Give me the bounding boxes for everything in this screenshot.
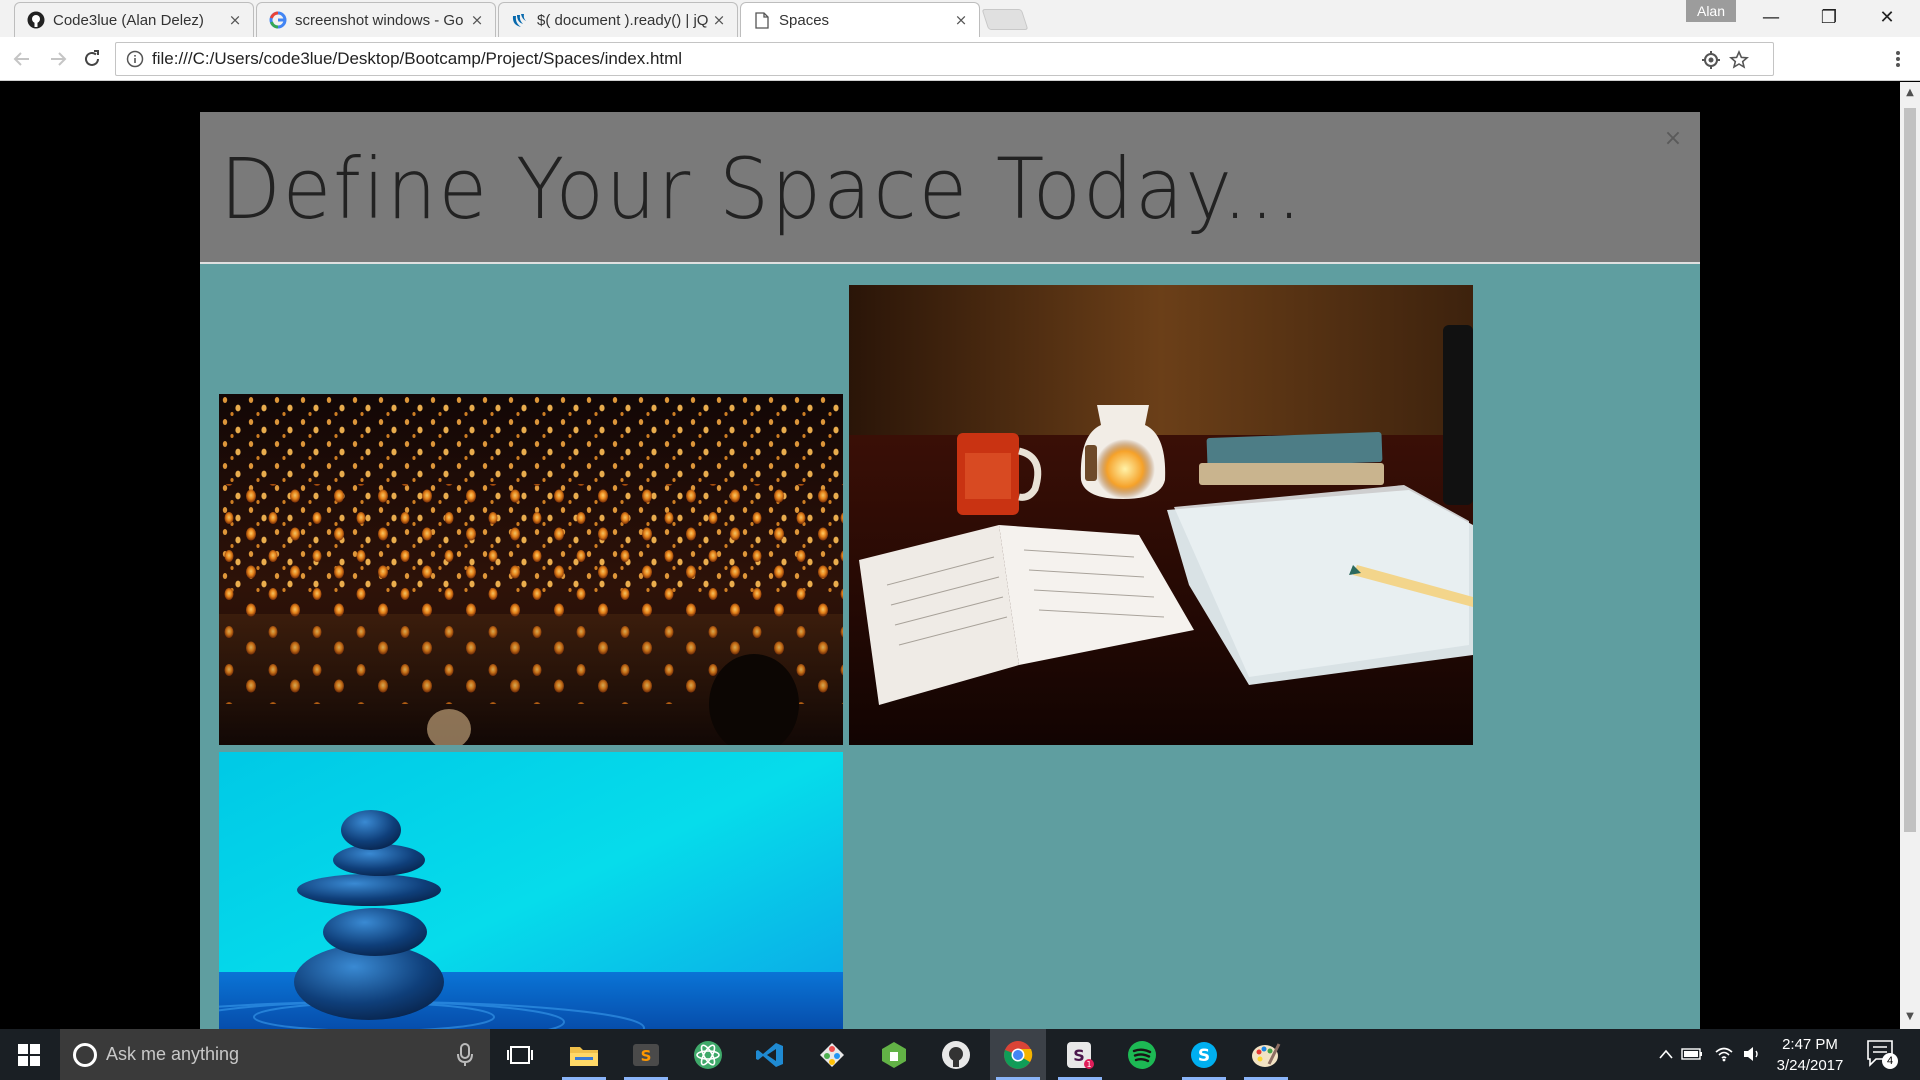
clock-time: 2:47 PM (1782, 1036, 1838, 1053)
location-icon[interactable] (1700, 49, 1722, 71)
github-desktop-icon[interactable] (928, 1029, 984, 1080)
tab-close-icon[interactable]: × (953, 11, 969, 29)
minimize-icon[interactable]: — (1742, 2, 1800, 32)
svg-text:S: S (1073, 1046, 1085, 1065)
wifi-icon[interactable] (1712, 1042, 1736, 1066)
modal-header: Define Your Space Today... × (200, 112, 1700, 264)
tab-title: Code3lue (Alan Delez) (53, 11, 204, 29)
back-icon[interactable] (8, 45, 36, 73)
reload-icon[interactable] (78, 45, 106, 73)
windows-taskbar: Ask me anything S S1 S 2:47 PM 3/24/2017… (0, 1029, 1920, 1080)
node-icon[interactable] (866, 1029, 922, 1080)
scroll-down-icon[interactable]: ▼ (1900, 1008, 1920, 1026)
battery-icon[interactable] (1680, 1042, 1704, 1066)
tab-strip: Code3lue (Alan Delez) × screenshot windo… (0, 0, 1920, 37)
profile-button[interactable]: Alan (1686, 0, 1736, 22)
sublime-text-icon[interactable]: S (618, 1029, 674, 1080)
restore-icon[interactable]: ❐ (1800, 2, 1858, 32)
tab-title: Spaces (779, 11, 830, 29)
svg-text:S: S (1198, 1046, 1210, 1066)
microphone-icon[interactable] (455, 1043, 475, 1067)
tab-spaces[interactable]: Spaces × (740, 2, 980, 37)
action-center-icon[interactable]: 4 (1866, 1039, 1900, 1071)
svg-text:S: S (641, 1047, 652, 1065)
close-icon[interactable]: × (1660, 126, 1686, 152)
spotify-icon[interactable] (1114, 1029, 1170, 1080)
clock-date: 3/24/2017 (1776, 1057, 1844, 1074)
address-bar[interactable]: file:///C:/Users/code3lue/Desktop/Bootca… (115, 42, 1774, 76)
windows-start-icon[interactable] (0, 1029, 58, 1080)
github-icon (27, 11, 45, 29)
atom-icon[interactable] (680, 1029, 736, 1080)
scroll-up-icon[interactable]: ▲ (1900, 84, 1920, 102)
svg-text:1: 1 (1086, 1060, 1091, 1069)
tab-github[interactable]: Code3lue (Alan Delez) × (14, 2, 254, 37)
chrome-icon[interactable] (990, 1029, 1046, 1080)
tab-close-icon[interactable]: × (711, 11, 727, 29)
chevron-up-icon[interactable] (1654, 1042, 1678, 1066)
notification-count-badge: 4 (1882, 1053, 1898, 1069)
volume-icon[interactable] (1740, 1042, 1764, 1066)
search-placeholder[interactable]: Ask me anything (106, 1029, 239, 1080)
git-kraken-icon[interactable] (804, 1029, 860, 1080)
tab-close-icon[interactable]: × (469, 11, 485, 29)
visual-studio-code-icon[interactable] (742, 1029, 798, 1080)
menu-icon[interactable] (1884, 45, 1912, 73)
page-viewport: Define Your Space Today... × (0, 82, 1900, 1029)
system-clock[interactable]: 2:47 PM 3/24/2017 (1764, 1034, 1856, 1076)
close-window-icon[interactable]: ✕ (1858, 2, 1916, 32)
cortana-icon (73, 1043, 97, 1067)
scrollbar-thumb[interactable] (1904, 108, 1916, 832)
desk-notebook-image[interactable] (849, 285, 1473, 745)
page-scrollbar[interactable]: ▲ ▼ (1900, 82, 1920, 1029)
forward-icon[interactable] (44, 45, 72, 73)
tab-jquery[interactable]: $( document ).ready() | jQ × (498, 2, 738, 37)
sky-lanterns-image[interactable] (219, 394, 843, 745)
new-tab-button[interactable] (981, 9, 1029, 30)
modal-dialog: Define Your Space Today... × (200, 112, 1700, 1029)
zen-stones-image[interactable] (219, 752, 843, 1029)
file-explorer-icon[interactable] (556, 1029, 612, 1080)
tab-google[interactable]: screenshot windows - Go × (256, 2, 496, 37)
tab-title: screenshot windows - Go (295, 11, 464, 29)
jquery-icon (511, 11, 529, 29)
tab-title: $( document ).ready() | jQ (537, 11, 709, 29)
info-icon[interactable] (126, 50, 144, 68)
skype-icon[interactable]: S (1176, 1029, 1232, 1080)
slack-icon[interactable]: S1 (1052, 1029, 1108, 1080)
page-icon (753, 11, 771, 29)
task-view-icon[interactable] (492, 1029, 548, 1080)
url-text[interactable]: file:///C:/Users/code3lue/Desktop/Bootca… (152, 43, 682, 75)
google-icon (269, 11, 287, 29)
page-title: Define Your Space Today... (220, 140, 1304, 238)
browser-toolbar: file:///C:/Users/code3lue/Desktop/Bootca… (0, 37, 1920, 81)
tab-close-icon[interactable]: × (227, 11, 243, 29)
bookmark-star-icon[interactable] (1728, 49, 1750, 71)
cortana-search-box[interactable]: Ask me anything (60, 1029, 490, 1080)
paint-icon[interactable] (1238, 1029, 1294, 1080)
